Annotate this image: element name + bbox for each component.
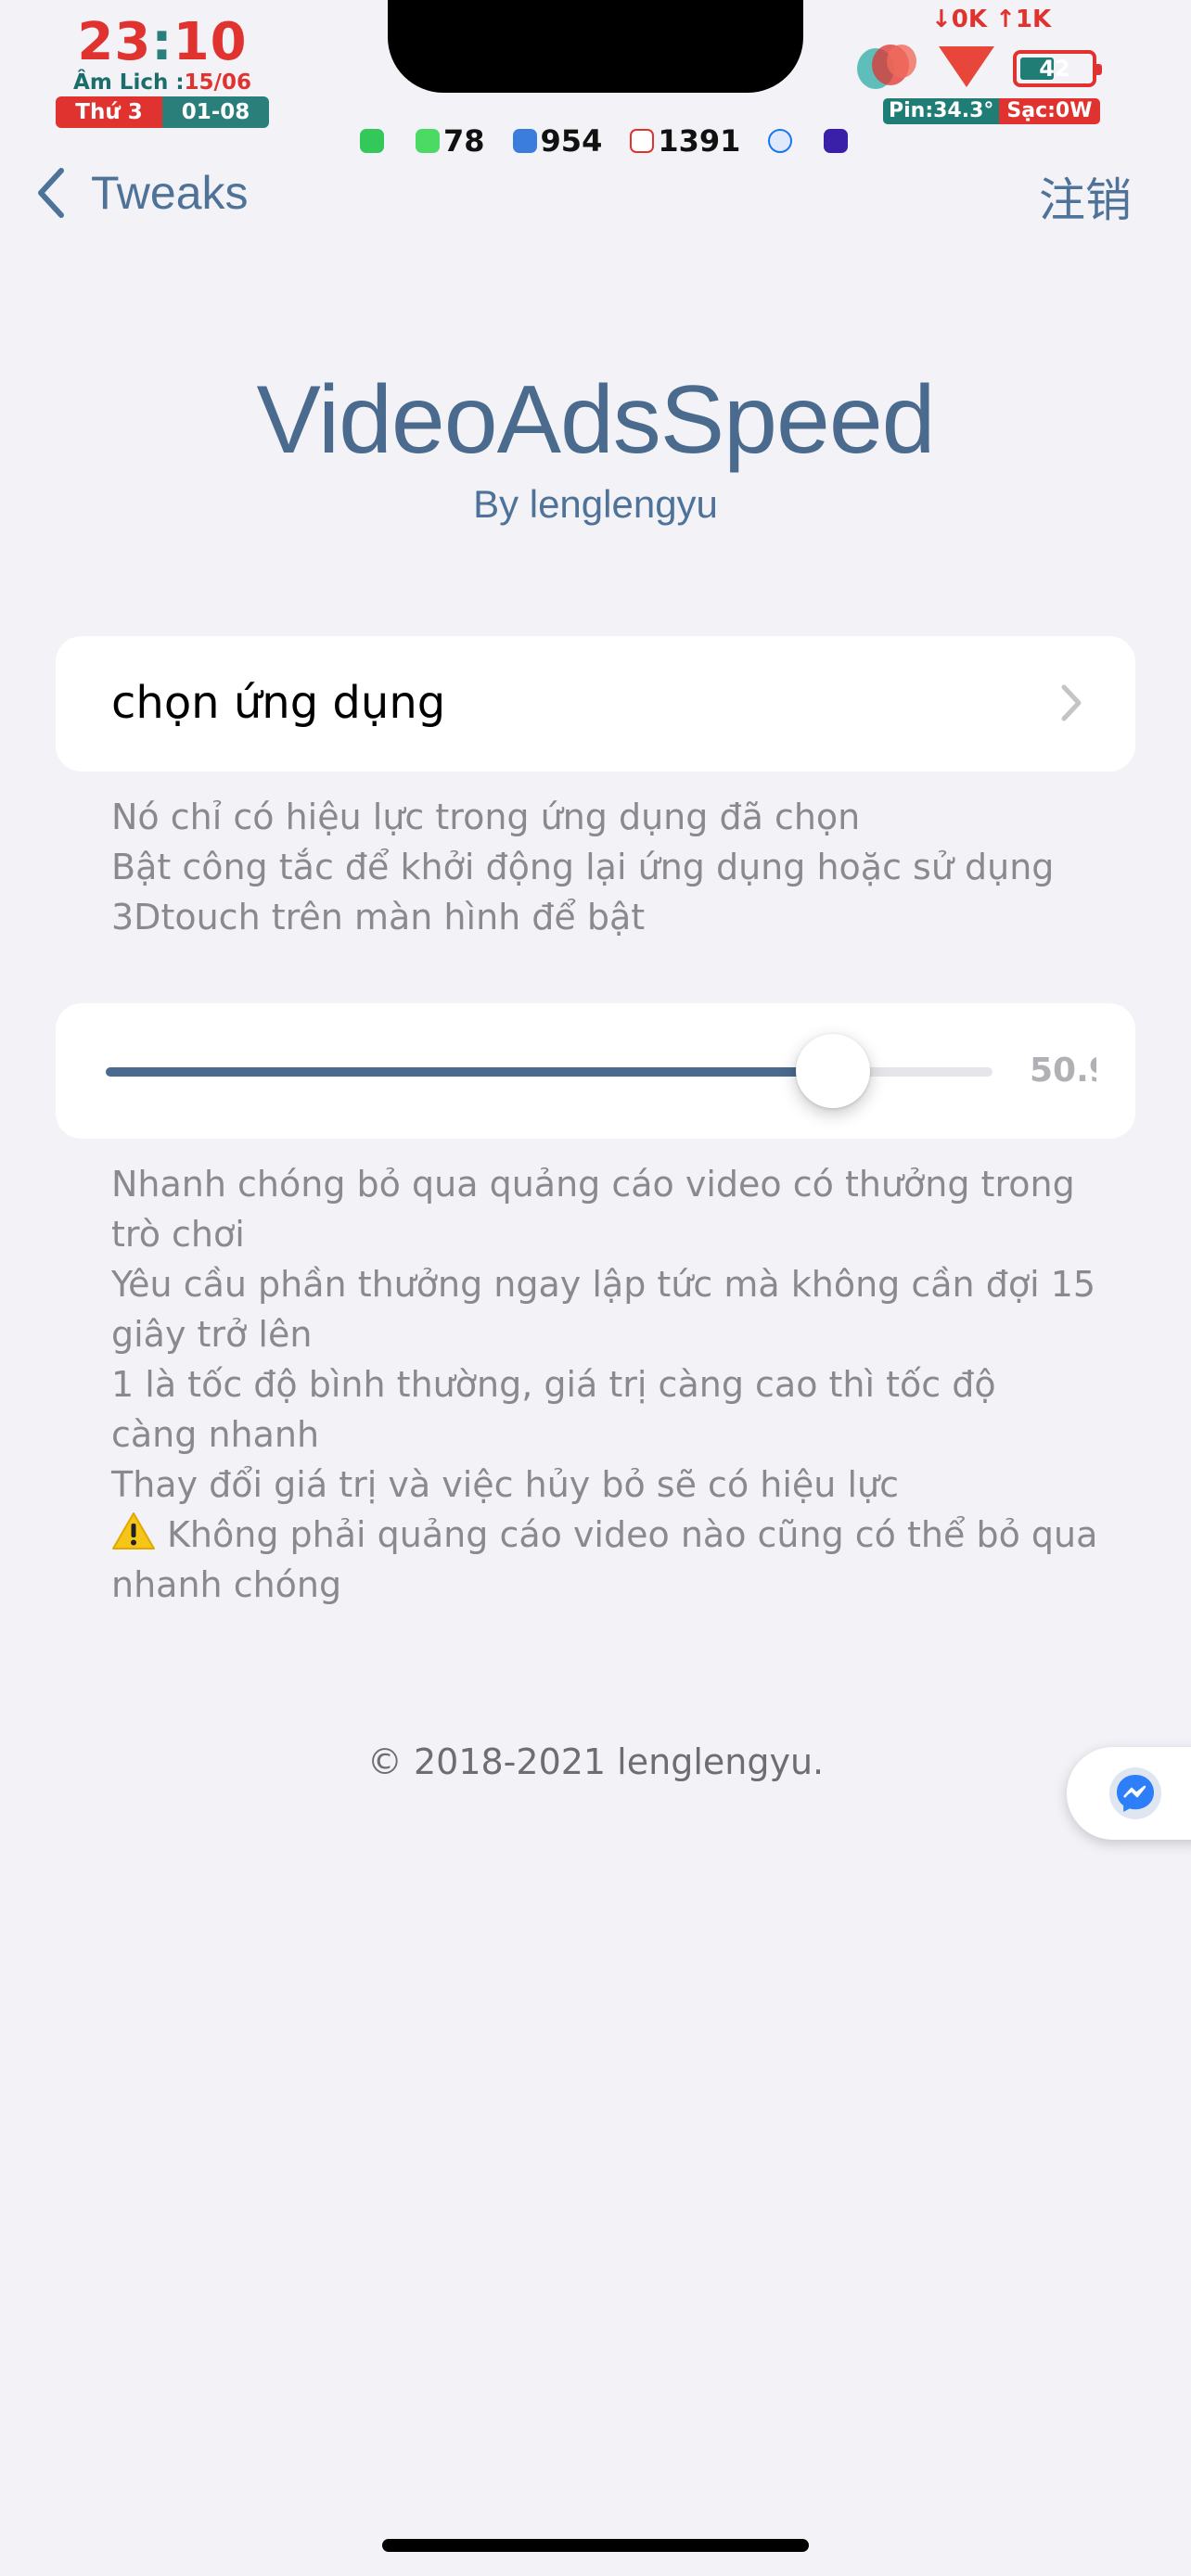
camera-notch: [388, 0, 803, 93]
footer-line: Thay đổi giá trị và việc hủy bỏ sẽ có hi…: [111, 1464, 899, 1505]
footer-line: càng nhanh: [111, 1414, 320, 1455]
messenger-floating-button[interactable]: [1067, 1747, 1191, 1840]
gmail-icon: [630, 129, 655, 153]
teams-counter: 954: [512, 123, 602, 159]
speed-value: 50.9: [1030, 1052, 1096, 1090]
speed-slider-row: 50.9: [56, 1003, 1135, 1139]
messages-counter: 78: [416, 123, 485, 159]
copyright-text: © 2018-2021 lenglengyu.: [366, 1741, 825, 1782]
battery-icon: 42: [1013, 50, 1102, 87]
choose-app-row[interactable]: chọn ứng dụng: [56, 636, 1135, 772]
messages-icon: [416, 129, 440, 153]
page-title: VideoAdsSpeed: [256, 366, 935, 474]
logout-button[interactable]: 注销: [1039, 163, 1132, 230]
back-button[interactable]: Tweaks: [33, 158, 249, 228]
author-link[interactable]: By lenglengyu: [0, 482, 1191, 527]
teams-icon: [512, 129, 537, 153]
facebook-counter: [768, 129, 796, 153]
charge-rate: Sạc:0W: [999, 98, 1100, 124]
choose-app-footer: Nó chỉ có hiệu lực trong ứng dụng đã chọ…: [111, 792, 1095, 942]
speed-footer: Nhanh chóng bỏ qua quảng cáo video có th…: [111, 1159, 1097, 1610]
notification-counters: 78 954 1391: [360, 123, 870, 159]
clock-minute: 10: [173, 12, 248, 72]
day-bar: Thứ 3 01-08: [56, 96, 269, 128]
choose-app-label: chọn ứng dụng: [111, 677, 446, 729]
battery-level: 42: [1039, 56, 1070, 82]
clock-hour: 23: [77, 12, 152, 72]
warning-line: Không phải quảng cáo video nào cũng có t…: [111, 1510, 1097, 1560]
signal-icon: [939, 46, 994, 87]
chevron-right-icon: [1061, 684, 1082, 721]
phone-icon: [360, 129, 384, 153]
home-indicator: [382, 2539, 809, 2552]
warning-icon: [112, 1512, 155, 1549]
footer-line: 3Dtouch trên màn hình để bật: [111, 897, 646, 937]
lunar-label: Âm Lich :: [73, 70, 185, 95]
lunar-date: Âm Lich :15/06: [56, 70, 269, 95]
clock-time: 23:10: [77, 12, 248, 72]
battery-temp: Pin:34.3°: [883, 98, 1000, 124]
footer-line: Yêu cầu phần thưởng ngay lập tức mà khôn…: [111, 1264, 1096, 1305]
footer-line: trò chơi: [111, 1214, 245, 1255]
footer-line: Nhanh chóng bỏ qua quảng cáo video có th…: [111, 1164, 1075, 1205]
footer-line: Nó chỉ có hiệu lực trong ứng dụng đã chọ…: [111, 797, 861, 837]
speed-slider-thumb[interactable]: [795, 1034, 870, 1108]
footer-line: 1 là tốc độ bình thường, giá trị càng ca…: [111, 1364, 996, 1405]
footer-line: nhanh chóng: [111, 1564, 342, 1605]
wifi-blob-icon: [857, 45, 916, 89]
clock-widget: 23:10 Âm Lich :15/06 Thứ 3 01-08: [56, 17, 269, 128]
date-label: 01-08: [162, 96, 269, 128]
phone-counter: [360, 129, 388, 153]
messenger-icon: [1117, 1775, 1154, 1812]
back-label: Tweaks: [91, 167, 249, 219]
facebook-icon: [768, 129, 793, 153]
gmail-counter: 1391: [630, 123, 740, 159]
app-icon: [824, 129, 849, 153]
network-speed: ↓0K ↑1K: [931, 6, 1052, 33]
speed-slider-fill: [106, 1067, 833, 1077]
battery-stats: Pin:34.3° Sạc:0W: [883, 98, 1100, 124]
footer-line: Bật công tắc để khởi động lại ứng dụng h…: [111, 847, 1055, 887]
footer-line: giây trở lên: [111, 1314, 313, 1355]
lunar-value: 15/06: [184, 70, 251, 95]
weekday-label: Thứ 3: [56, 96, 162, 128]
chevron-left-icon: [38, 168, 64, 218]
extra-app-counter: [824, 129, 852, 153]
